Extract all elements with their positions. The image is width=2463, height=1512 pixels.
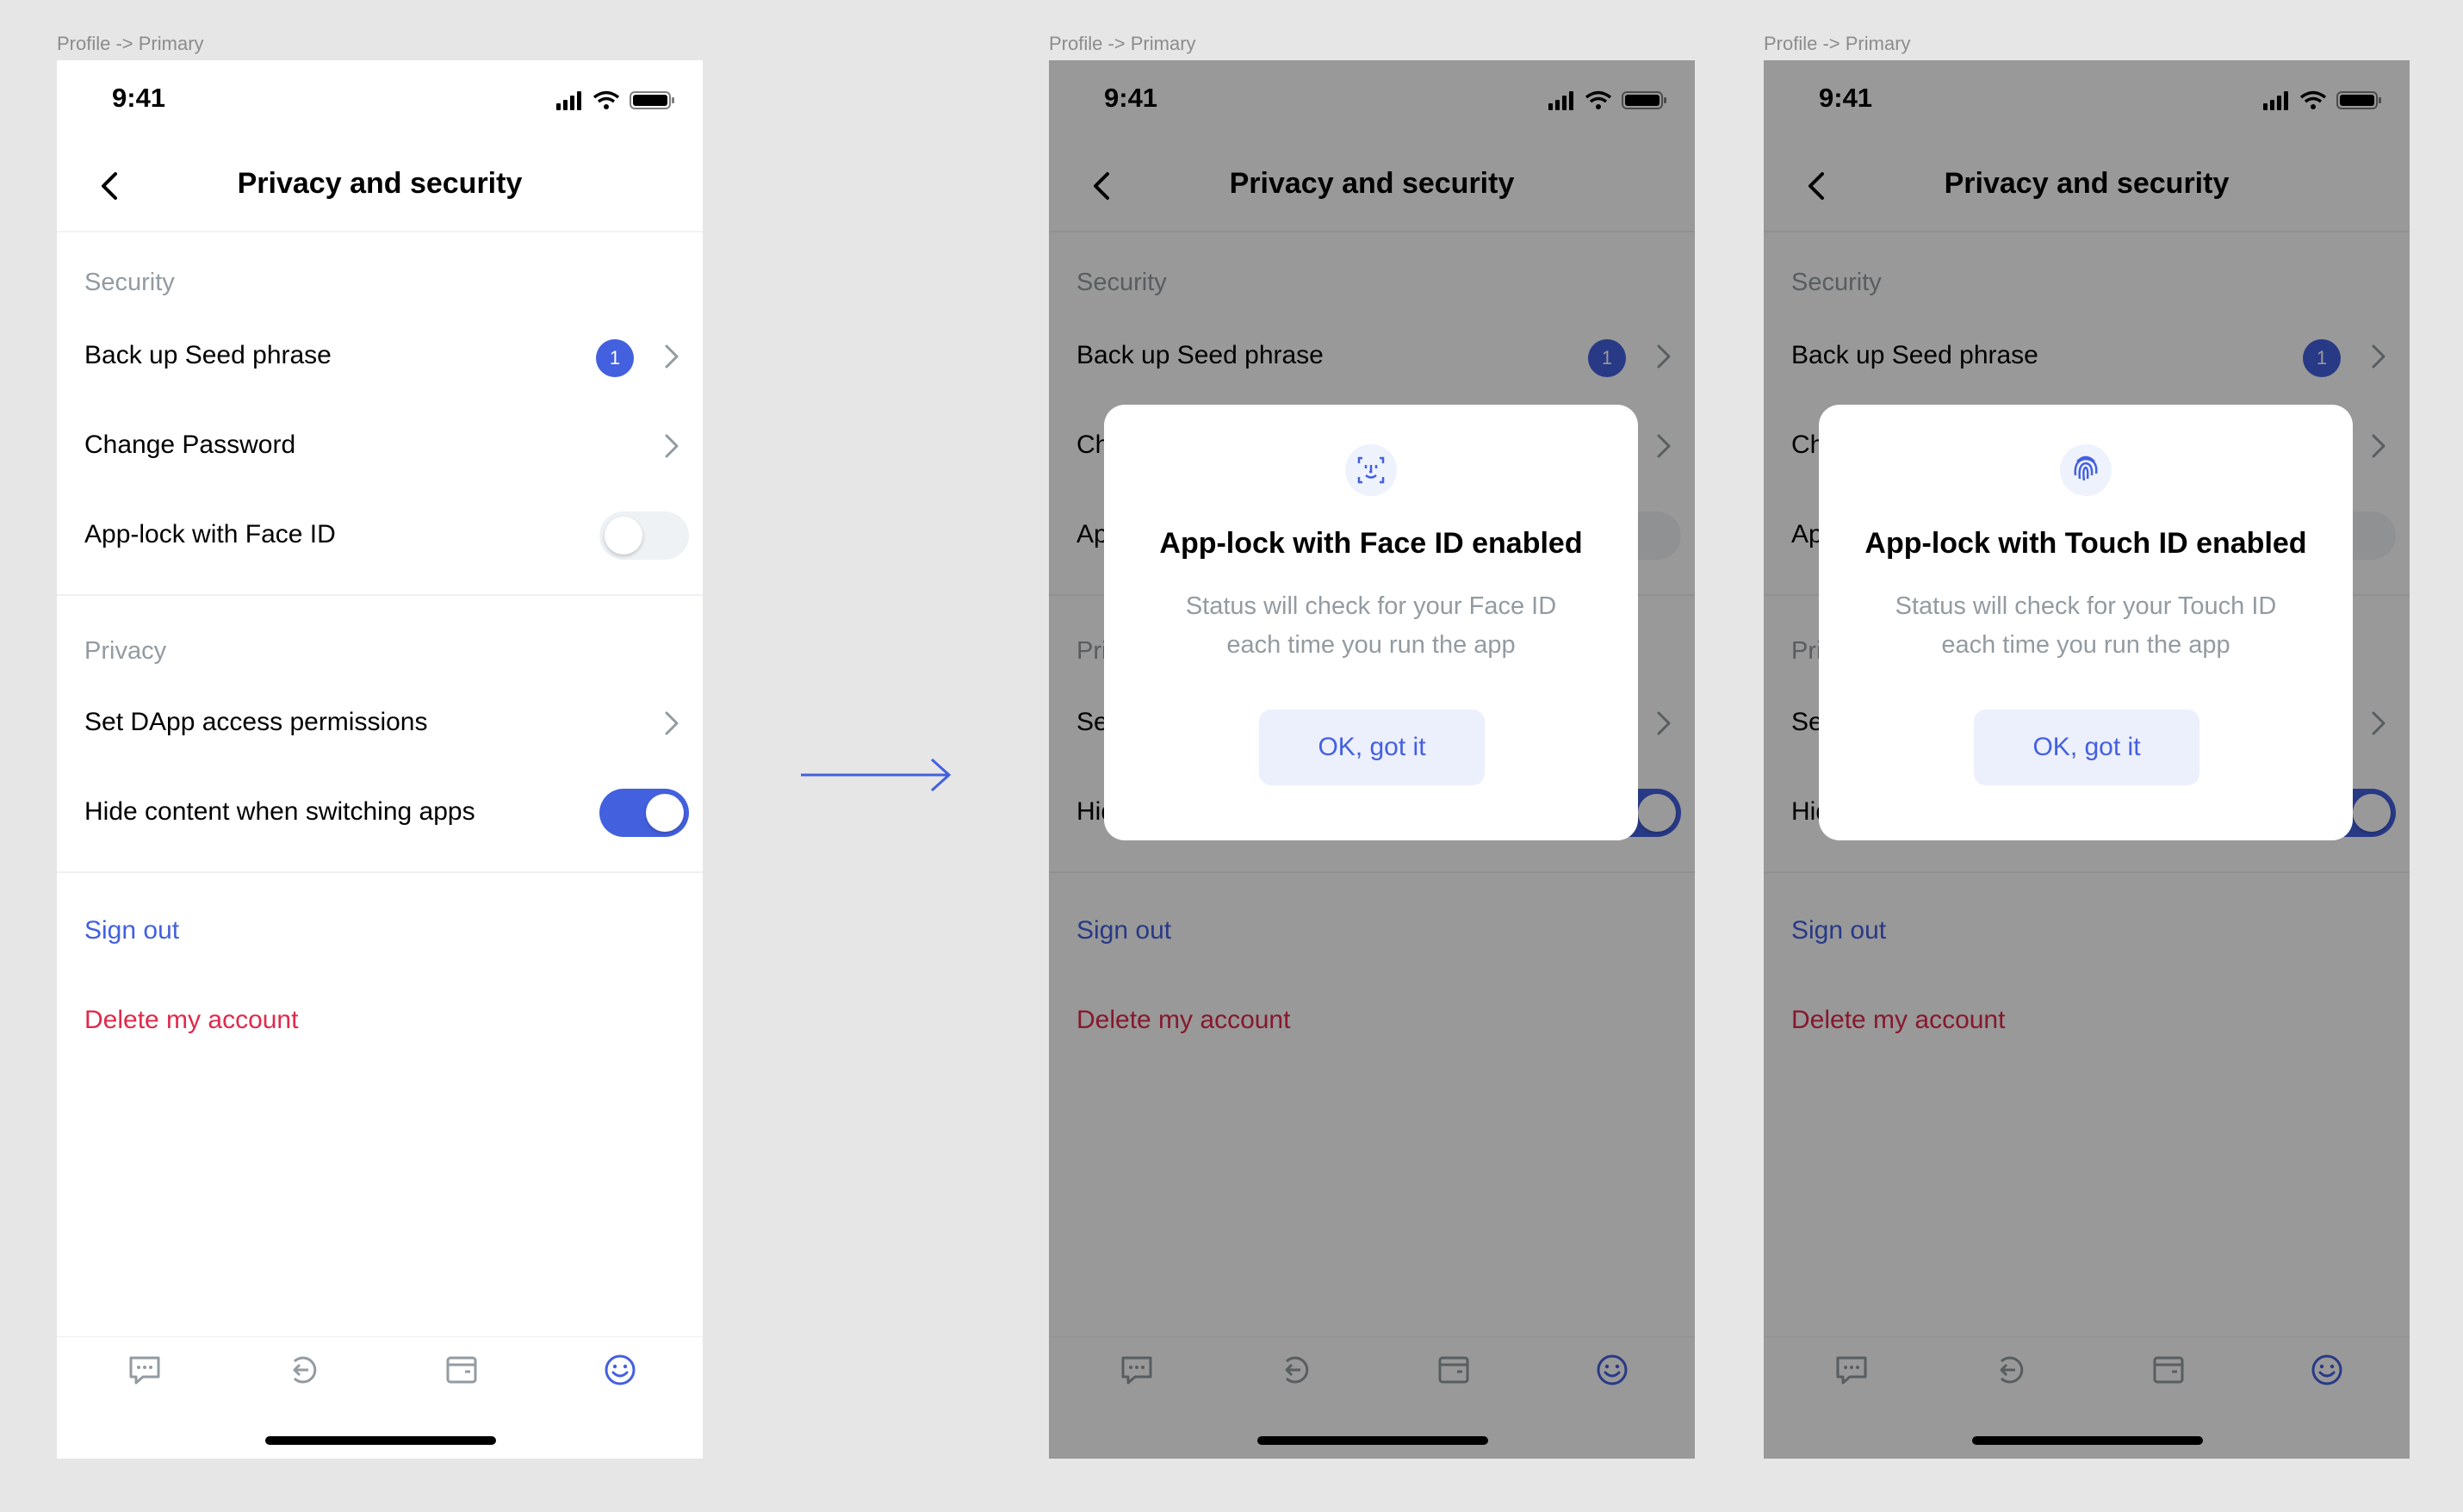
confirmation-modal: App-lock with Touch ID enabled Status wi… [1819,405,2353,840]
hide-content-row: Hide content when switching apps [57,768,703,858]
frame-label: Profile -> Primary [1764,33,1911,54]
system-status-icons [556,90,674,110]
confirmation-modal: App-lock with Face ID enabled Status wil… [1104,405,1638,840]
app-lock-row: App-lock with Face ID [57,491,703,580]
browser-icon[interactable] [282,1349,324,1391]
app-lock-toggle[interactable] [599,511,689,560]
delete-account-link[interactable]: Delete my account [84,1006,298,1035]
chevron-right-icon [665,711,679,735]
section-divider [57,594,703,596]
section-divider [57,871,703,873]
frame-label: Profile -> Primary [57,33,204,54]
section-header-security: Security [84,269,175,296]
wallet-icon[interactable] [441,1349,482,1391]
backup-seed-phrase-row[interactable]: Back up Seed phrase 1 [57,312,703,401]
flow-arrow-icon [801,758,952,792]
hide-content-label: Hide content when switching apps [84,797,475,826]
phone-screen: 9:41 Privacy and security Security Back … [1764,60,2410,1459]
modal-description-line: each time you run the app [1226,631,1516,659]
phone-screen: 9:41 Privacy and security Security Back … [1049,60,1695,1459]
modal-description: Status will check for your Touch ID each… [1853,587,2318,665]
notification-badge: 1 [596,339,634,377]
chat-icon[interactable] [124,1349,165,1391]
modal-title: App-lock with Touch ID enabled [1864,527,2307,560]
section-header-privacy: Privacy [84,637,167,665]
modal-description-line: Status will check for your Touch ID [1895,592,2277,620]
top-bar: Privacy and security [57,138,703,232]
modal-description: Status will check for your Face ID each … [1138,587,1604,665]
status-bar: 9:41 [57,60,703,138]
backup-seed-phrase-label: Back up Seed phrase [84,341,332,369]
hide-content-toggle[interactable] [599,789,689,837]
chevron-right-icon [665,434,679,458]
dapp-permissions-label: Set DApp access permissions [84,708,428,736]
home-indicator [265,1436,496,1445]
ok-got-it-button[interactable]: OK, got it [1974,710,2199,785]
phone-screen: 9:41 Privacy and security Security Back … [57,60,703,1459]
change-password-row[interactable]: Change Password [57,401,703,491]
change-password-label: Change Password [84,431,296,459]
modal-title: App-lock with Face ID enabled [1159,527,1583,560]
modal-description-line: Status will check for your Face ID [1185,592,1557,620]
modal-description-line: each time you run the app [1941,631,2230,659]
profile-icon[interactable] [599,1349,641,1391]
page-title: Privacy and security [237,167,523,200]
status-time: 9:41 [112,83,166,113]
face-id-icon [1345,444,1397,496]
app-lock-label: App-lock with Face ID [84,520,336,548]
sign-out-link[interactable]: Sign out [84,916,179,945]
ok-got-it-button[interactable]: OK, got it [1259,710,1485,785]
chevron-right-icon [665,344,679,369]
frame-label: Profile -> Primary [1049,33,1196,54]
dapp-permissions-row[interactable]: Set DApp access permissions [57,679,703,768]
fingerprint-icon [2060,444,2112,496]
